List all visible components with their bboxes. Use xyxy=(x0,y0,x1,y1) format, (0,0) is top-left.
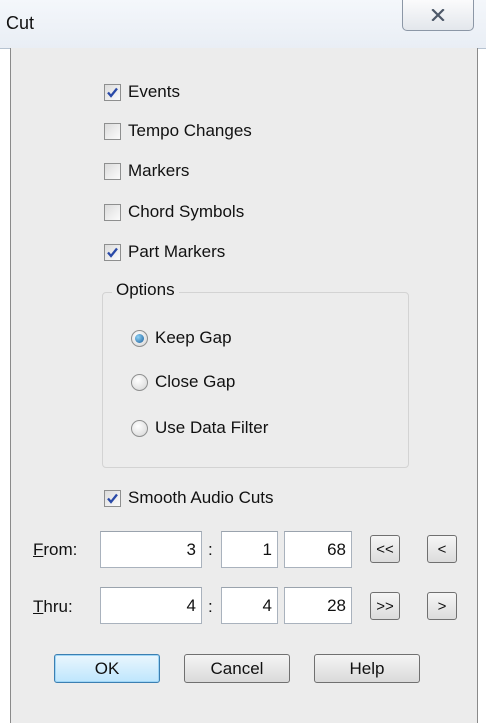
radio-button[interactable] xyxy=(131,373,148,391)
thru-label-rest: hru: xyxy=(43,597,73,616)
thru-label: Thru: xyxy=(33,597,73,617)
radio-button[interactable] xyxy=(131,329,148,347)
checkbox-tempo-changes[interactable]: Tempo Changes xyxy=(104,121,252,141)
radio-label: Use Data Filter xyxy=(155,418,269,437)
checkmark-icon xyxy=(107,247,118,258)
checkbox-label: Part Markers xyxy=(128,242,226,261)
thru-bar-input[interactable]: 4 xyxy=(100,587,202,624)
checkbox-label: Tempo Changes xyxy=(128,121,252,140)
radio-use-data-filter[interactable]: Use Data Filter xyxy=(131,418,268,438)
checkbox-box[interactable] xyxy=(104,162,121,180)
from-tick-input[interactable]: 68 xyxy=(284,531,352,568)
checkmark-icon xyxy=(107,87,118,98)
close-button[interactable] xyxy=(402,0,474,31)
step-back-button[interactable]: < xyxy=(427,535,457,563)
help-button[interactable]: Help xyxy=(314,654,420,683)
radio-label: Keep Gap xyxy=(155,328,232,347)
checkbox-label: Markers xyxy=(128,161,190,180)
from-beat-input[interactable]: 1 xyxy=(221,531,278,568)
thru-tick-input[interactable]: 28 xyxy=(284,587,352,624)
checkbox-smooth-audio-cuts[interactable]: Smooth Audio Cuts xyxy=(104,488,274,508)
thru-accel: T xyxy=(33,597,44,616)
checkbox-chord-symbols[interactable]: Chord Symbols xyxy=(104,202,244,222)
radio-button[interactable] xyxy=(131,419,148,437)
checkbox-box[interactable] xyxy=(104,489,121,507)
checkbox-label: Events xyxy=(128,82,180,101)
checkbox-label: Smooth Audio Cuts xyxy=(128,488,274,507)
ok-button[interactable]: OK xyxy=(54,654,160,683)
checkmark-icon xyxy=(107,493,118,504)
radio-label: Close Gap xyxy=(155,372,236,391)
radio-dot xyxy=(135,333,144,343)
checkbox-label: Chord Symbols xyxy=(128,202,245,221)
from-label-rest: rom: xyxy=(43,540,78,559)
checkbox-markers[interactable]: Markers xyxy=(104,161,189,181)
from-label: From: xyxy=(33,540,77,560)
checkbox-part-markers[interactable]: Part Markers xyxy=(104,242,225,262)
checkbox-box[interactable] xyxy=(104,203,121,221)
radio-close-gap[interactable]: Close Gap xyxy=(131,372,235,392)
close-icon xyxy=(431,9,445,21)
window-title: Cut xyxy=(6,13,35,33)
cancel-button[interactable]: Cancel xyxy=(184,654,290,683)
title-bar: Cut xyxy=(0,0,486,49)
rewind-button[interactable]: << xyxy=(370,535,400,563)
checkbox-box[interactable] xyxy=(104,122,121,140)
separator: : xyxy=(208,540,213,559)
options-legend: Options xyxy=(112,280,179,300)
checkbox-box[interactable] xyxy=(104,243,121,261)
radio-keep-gap[interactable]: Keep Gap xyxy=(131,328,232,348)
thru-beat-input[interactable]: 4 xyxy=(221,587,278,624)
separator: : xyxy=(208,597,213,616)
checkbox-events[interactable]: Events xyxy=(104,82,180,102)
from-bar-input[interactable]: 3 xyxy=(100,531,202,568)
from-accel: F xyxy=(33,540,44,559)
step-forward-button[interactable]: > xyxy=(427,592,457,620)
checkbox-box[interactable] xyxy=(104,83,121,101)
fast-forward-button[interactable]: >> xyxy=(370,592,400,620)
